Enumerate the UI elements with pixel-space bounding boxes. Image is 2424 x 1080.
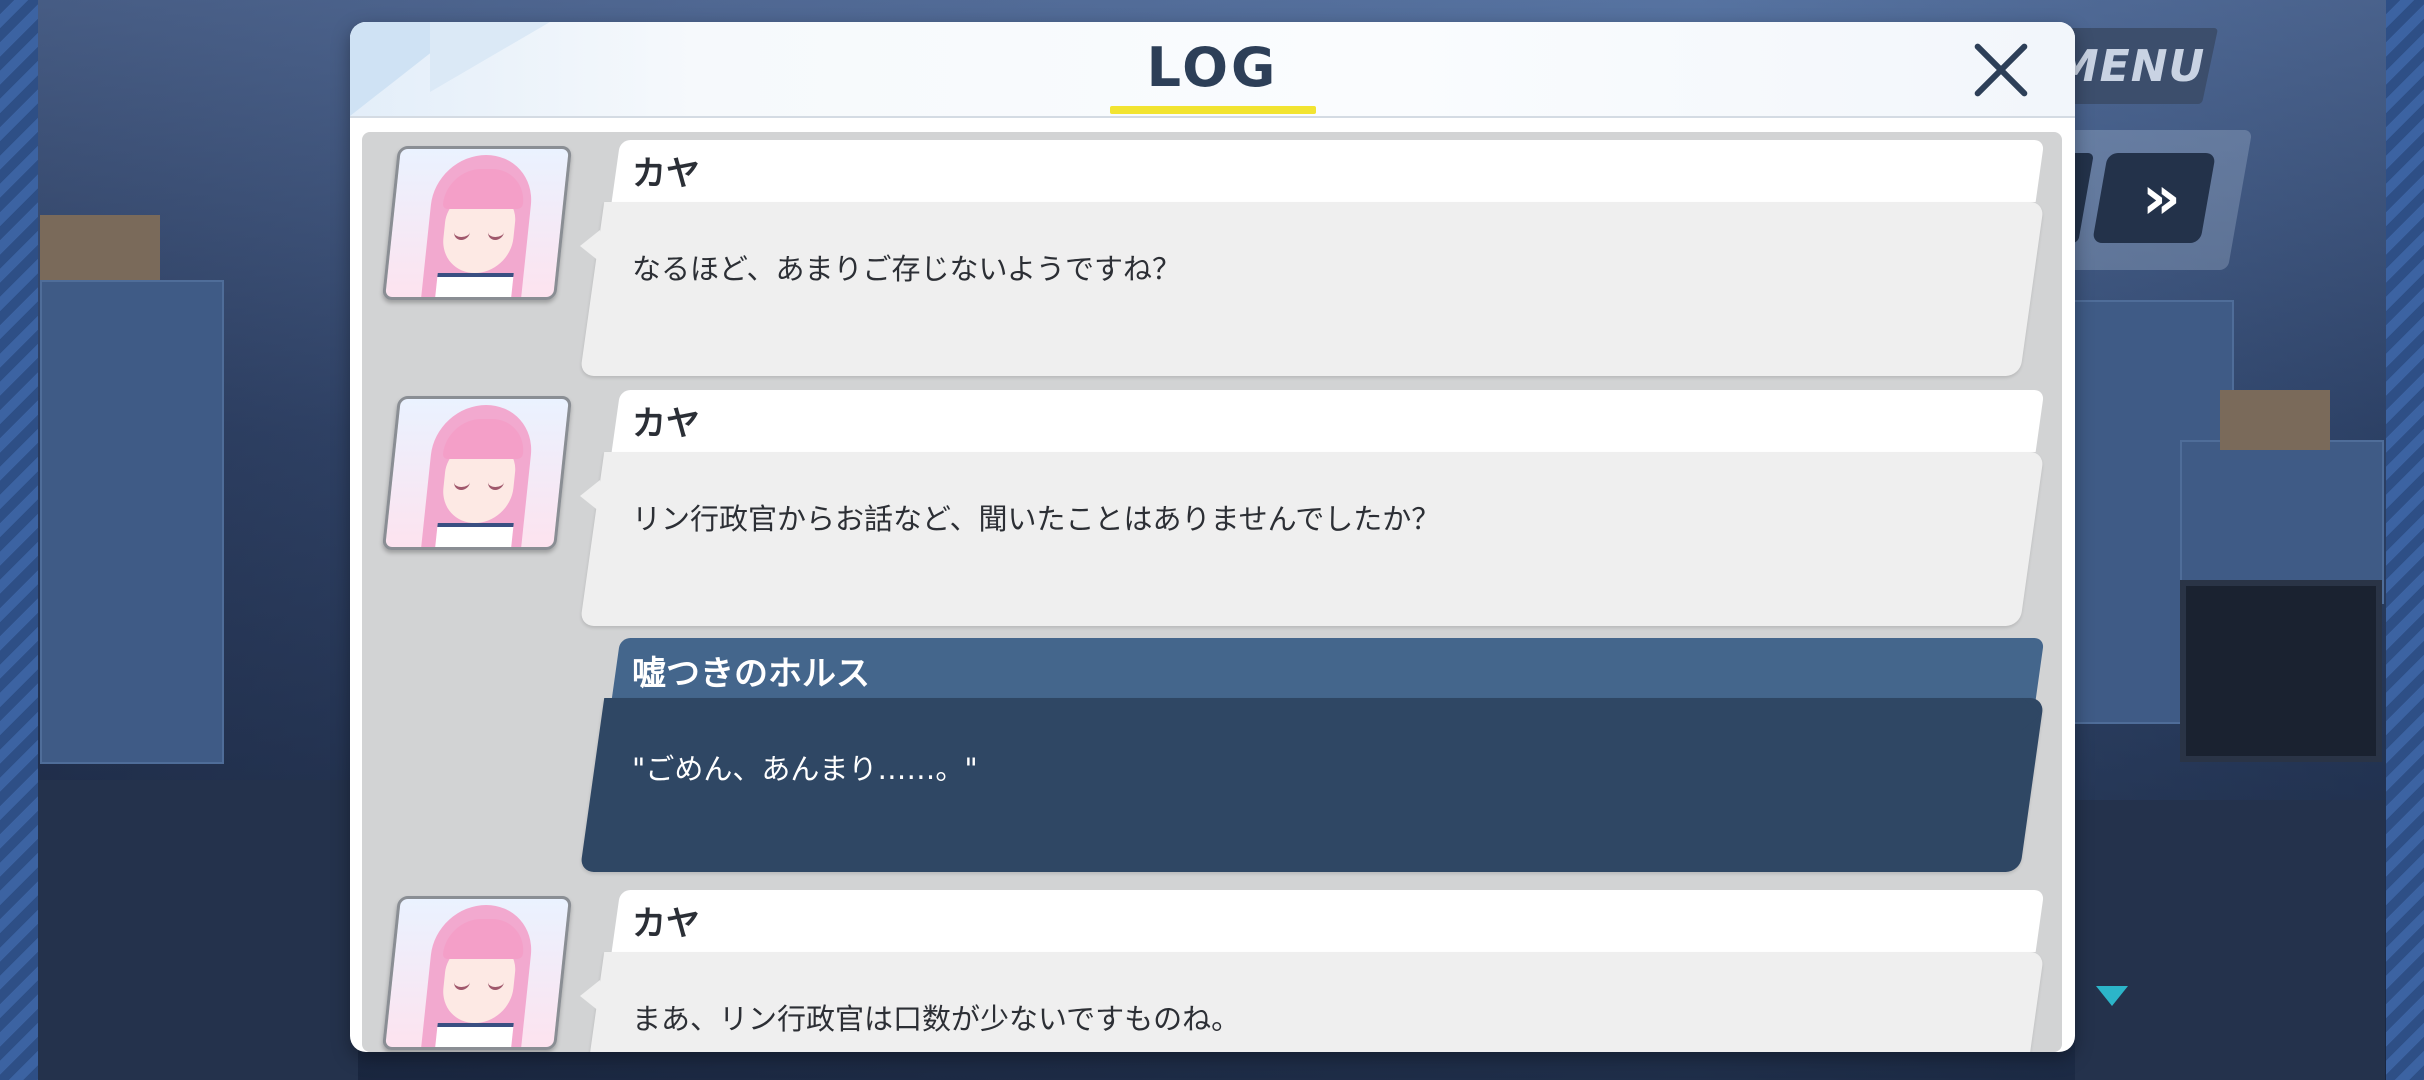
speaker-portrait <box>381 396 573 550</box>
log-window: LOG カヤ なるほど、あまりご存じないようですね？ カヤ リン行政官からお話な… <box>350 22 2075 1052</box>
right-border-stripe <box>2386 0 2424 1080</box>
speaker-name-bar <box>611 890 2045 952</box>
log-entry: カヤ リン行政官からお話など、聞いたことはありませんでしたか？ <box>362 382 2062 632</box>
close-icon[interactable] <box>1970 38 2034 102</box>
message-pointer <box>2022 698 2042 730</box>
message-pointer <box>580 230 600 262</box>
speaker-name: カヤ <box>632 404 700 444</box>
message-pointer <box>580 480 600 512</box>
speaker-name-bar <box>611 390 2045 452</box>
message-text: リン行政官からお話など、聞いたことはありませんでしたか？ <box>632 502 1441 536</box>
speaker-portrait <box>381 146 573 300</box>
message-text: なるほど、あまりご存じないようですね？ <box>632 252 1181 286</box>
menu-button-label: MENU <box>2054 40 2206 92</box>
message-text: "ごめん、あんまり……。" <box>632 752 978 786</box>
bg-shelf <box>40 280 224 764</box>
log-header: LOG <box>350 22 2075 118</box>
message-text: まあ、リン行政官は口数が少ないですものね。 <box>632 1002 1241 1036</box>
bg-desk <box>38 780 358 1080</box>
log-entry: カヤ まあ、リン行政官は口数が少ないですものね。 <box>362 882 2062 1052</box>
speaker-name-bar <box>611 140 2045 202</box>
scroll-down-indicator-icon <box>2096 986 2128 1006</box>
left-border-stripe <box>0 0 38 1080</box>
bg-box <box>2220 390 2330 450</box>
bg-desk <box>2075 800 2385 1080</box>
title-underline <box>1110 106 1316 114</box>
message-box <box>579 202 2045 376</box>
bg-box <box>40 215 160 280</box>
speaker-name: カヤ <box>632 154 700 194</box>
log-list[interactable]: カヤ なるほど、あまりご存じないようですね？ カヤ リン行政官からお話など、聞い… <box>362 132 2062 1052</box>
message-pointer <box>580 980 600 1012</box>
speaker-name: 嘘つきのホルス <box>632 654 870 694</box>
fast-forward-button[interactable]: » <box>2092 153 2216 243</box>
message-box <box>579 452 2045 626</box>
speaker-portrait <box>381 896 573 1050</box>
bg-monitor <box>2180 580 2382 762</box>
log-entry: カヤ なるほど、あまりご存じないようですね？ <box>362 132 2062 382</box>
speaker-name: カヤ <box>632 904 700 944</box>
fast-forward-icon: » <box>2141 163 2167 233</box>
log-entry-player: 嘘つきのホルス "ごめん、あんまり……。" <box>362 632 2062 882</box>
log-title: LOG <box>1146 36 1279 99</box>
